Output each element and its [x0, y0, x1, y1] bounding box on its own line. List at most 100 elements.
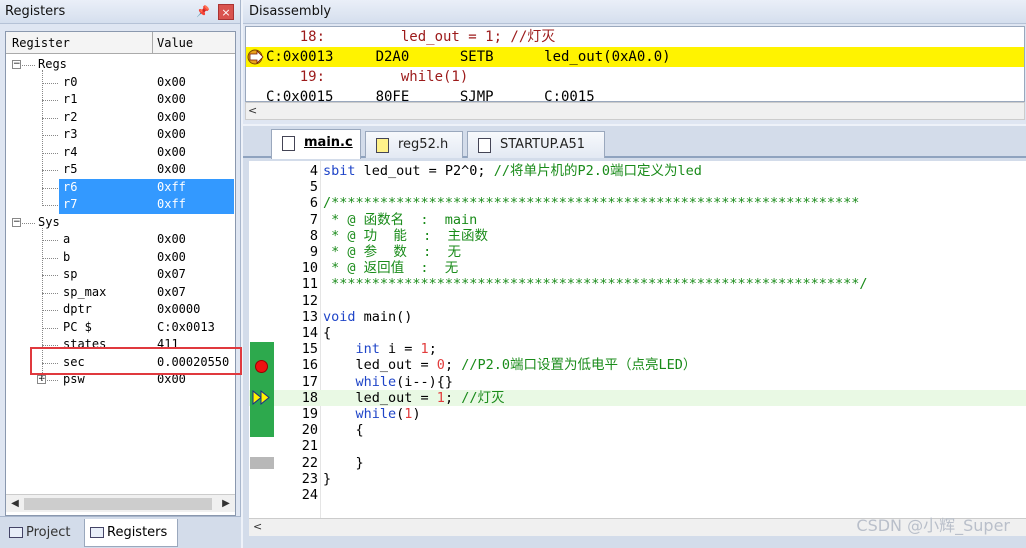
register-row-sp_max[interactable]: sp_max 0x07 [6, 284, 235, 302]
tab-main-c[interactable]: main.c [271, 129, 361, 159]
source-editor: main.c reg52.h STARTUP.A51 4 sbit led_out… [243, 126, 1026, 548]
code-line-22[interactable]: 22 } [249, 455, 1026, 471]
column-header-register[interactable]: Register [12, 36, 70, 50]
scroll-right-icon[interactable]: ▶ [219, 497, 233, 511]
code-line-24[interactable]: 24 [249, 487, 1026, 503]
code-line-14[interactable]: 14 { [249, 325, 1026, 341]
code-text[interactable]: ****************************************… [323, 276, 867, 292]
register-group-sys[interactable]: Sys [6, 214, 235, 232]
tab-registers[interactable]: Registers [84, 519, 178, 547]
register-row-dptr[interactable]: dptr 0x0000 [6, 301, 235, 319]
code-line-16[interactable]: 16 led_out = 0; //P2.0端口设置为低电平（点亮LED） [249, 357, 1026, 373]
register-value[interactable]: 0x00 [157, 74, 186, 92]
register-row-r7[interactable]: r7 0xff [59, 196, 234, 214]
register-value[interactable]: 0xff [157, 179, 186, 197]
line-number: 13 [301, 308, 318, 325]
register-row-r4[interactable]: r4 0x00 [6, 144, 235, 162]
code-line-10[interactable]: 10 * @ 返回值 : 无 [249, 260, 1026, 276]
scroll-left-icon[interactable]: ◀ [8, 497, 22, 511]
disassembly-horizontal-scrollbar[interactable]: < [245, 102, 1025, 120]
code-line-12[interactable]: 12 [249, 293, 1026, 309]
tab-project[interactable]: Project [4, 519, 80, 547]
register-value[interactable]: 0x07 [157, 266, 186, 284]
code-text[interactable]: * @ 返回值 : 无 [323, 260, 458, 276]
register-row-a[interactable]: a 0x00 [6, 231, 235, 249]
registers-horizontal-scrollbar[interactable]: ◀ ▶ [6, 494, 235, 512]
breakpoint-icon[interactable] [255, 360, 268, 373]
code-text[interactable]: /***************************************… [323, 195, 859, 211]
register-value[interactable]: 0x00 [157, 126, 186, 144]
code-line-21[interactable]: 21 [249, 438, 1026, 454]
code-line-18[interactable]: 18 led_out = 1; //灯灭 [249, 389, 1026, 406]
tab-startup-a51[interactable]: STARTUP.A51 [467, 131, 605, 158]
code-line-19[interactable]: 19 while(1) [249, 406, 1026, 422]
disassembly-source-line[interactable]: 19: while(1) [246, 67, 1024, 87]
current-line-arrow-icon [250, 389, 274, 406]
register-row-r0[interactable]: r0 0x00 [6, 74, 235, 92]
register-value[interactable]: 0x00 [157, 144, 186, 162]
register-group-regs[interactable]: Regs [6, 56, 235, 74]
disassembly-current-line[interactable]: C:0x0013 D2A0 SETB led_out(0xA0.0) [246, 47, 1024, 67]
code-text[interactable]: led_out = 0; //P2.0端口设置为低电平（点亮LED） [323, 357, 697, 373]
code-area[interactable]: 4 sbit led_out = P2^0; //将单片机的P2.0端口定义为le… [249, 161, 1026, 518]
code-text[interactable]: void main() [323, 309, 412, 325]
code-line-6[interactable]: 6 /**************************************… [249, 195, 1026, 211]
register-value[interactable]: 0x07 [157, 284, 186, 302]
register-row-r3[interactable]: r3 0x00 [6, 126, 235, 144]
register-row-r6[interactable]: r6 0xff [59, 178, 234, 197]
code-text[interactable]: } [323, 455, 364, 471]
code-line-20[interactable]: 20 { [249, 422, 1026, 438]
register-row-r2[interactable]: r2 0x00 [6, 109, 235, 127]
register-value[interactable]: 0x00 [157, 109, 186, 127]
code-text[interactable]: sbit led_out = P2^0; //将单片机的P2.0端口定义为led [323, 163, 702, 179]
register-row-r5[interactable]: r5 0x00 [6, 161, 235, 179]
register-value[interactable]: 0x00 [157, 231, 186, 249]
line-number: 12 [301, 292, 318, 309]
register-name: sp [63, 267, 78, 281]
register-value[interactable]: 0x00 [157, 91, 186, 109]
scrollbar-thumb[interactable] [24, 498, 212, 510]
code-line-11[interactable]: 11 *************************************… [249, 276, 1026, 292]
code-text[interactable]: * @ 参 数 : 无 [323, 244, 461, 260]
code-line-9[interactable]: 9 * @ 参 数 : 无 [249, 244, 1026, 260]
register-name: PC $ [63, 319, 92, 334]
register-row-pc[interactable]: PC $ C:0x0013 [6, 319, 235, 337]
pin-icon[interactable]: 📌 [196, 0, 210, 24]
column-header-value[interactable]: Value [157, 36, 193, 50]
code-line-23[interactable]: 23} [249, 471, 1026, 487]
disassembly-source-line[interactable]: 18: led_out = 1; //灯灭 [246, 27, 1024, 47]
register-value[interactable]: 0x00 [157, 249, 186, 267]
code-text[interactable]: led_out = 1; //灯灭 [323, 390, 505, 406]
code-line-7[interactable]: 7 * @ 函数名 : main [249, 212, 1026, 228]
disassembly-asm-line[interactable]: C:0x0015 80FE SJMP C:0015 [246, 87, 1024, 101]
scroll-left-icon[interactable]: < [248, 104, 257, 117]
code-line-4[interactable]: 4 sbit led_out = P2^0; //将单片机的P2.0端口定义为le… [249, 163, 1026, 179]
column-divider[interactable] [152, 32, 153, 54]
code-text[interactable]: * @ 功 能 : 主函数 [323, 228, 488, 244]
code-text[interactable]: { [323, 422, 364, 438]
code-line-17[interactable]: 17 while(i--){} [249, 374, 1026, 390]
line-number: 20 [301, 422, 318, 439]
code-text[interactable]: int i = 1; [323, 341, 437, 357]
tab-reg52-h[interactable]: reg52.h [365, 131, 463, 158]
code-text[interactable]: { [323, 325, 331, 341]
register-value[interactable]: 0x00 [157, 161, 186, 179]
code-line-8[interactable]: 8 * @ 功 能 : 主函数 [249, 228, 1026, 244]
register-value[interactable]: 0xff [157, 196, 186, 214]
code-text[interactable]: while(1) [323, 406, 421, 422]
line-number: 18 [301, 389, 318, 406]
registers-pane-title: Registers [5, 4, 66, 19]
code-line-13[interactable]: 13 void main() [249, 309, 1026, 325]
register-row-sp[interactable]: sp 0x07 [6, 266, 235, 284]
code-text[interactable]: * @ 函数名 : main [323, 212, 477, 228]
register-row-b[interactable]: b 0x00 [6, 249, 235, 267]
scroll-left-icon[interactable]: < [253, 520, 262, 533]
close-icon[interactable]: × [218, 4, 234, 20]
register-value[interactable]: 0x0000 [157, 301, 200, 319]
code-text[interactable]: while(i--){} [323, 374, 454, 390]
register-row-r1[interactable]: r1 0x00 [6, 91, 235, 109]
code-line-5[interactable]: 5 [249, 179, 1026, 195]
register-value[interactable]: C:0x0013 [157, 319, 215, 337]
code-text[interactable]: } [323, 471, 331, 487]
code-line-15[interactable]: 15 int i = 1; [249, 341, 1026, 357]
